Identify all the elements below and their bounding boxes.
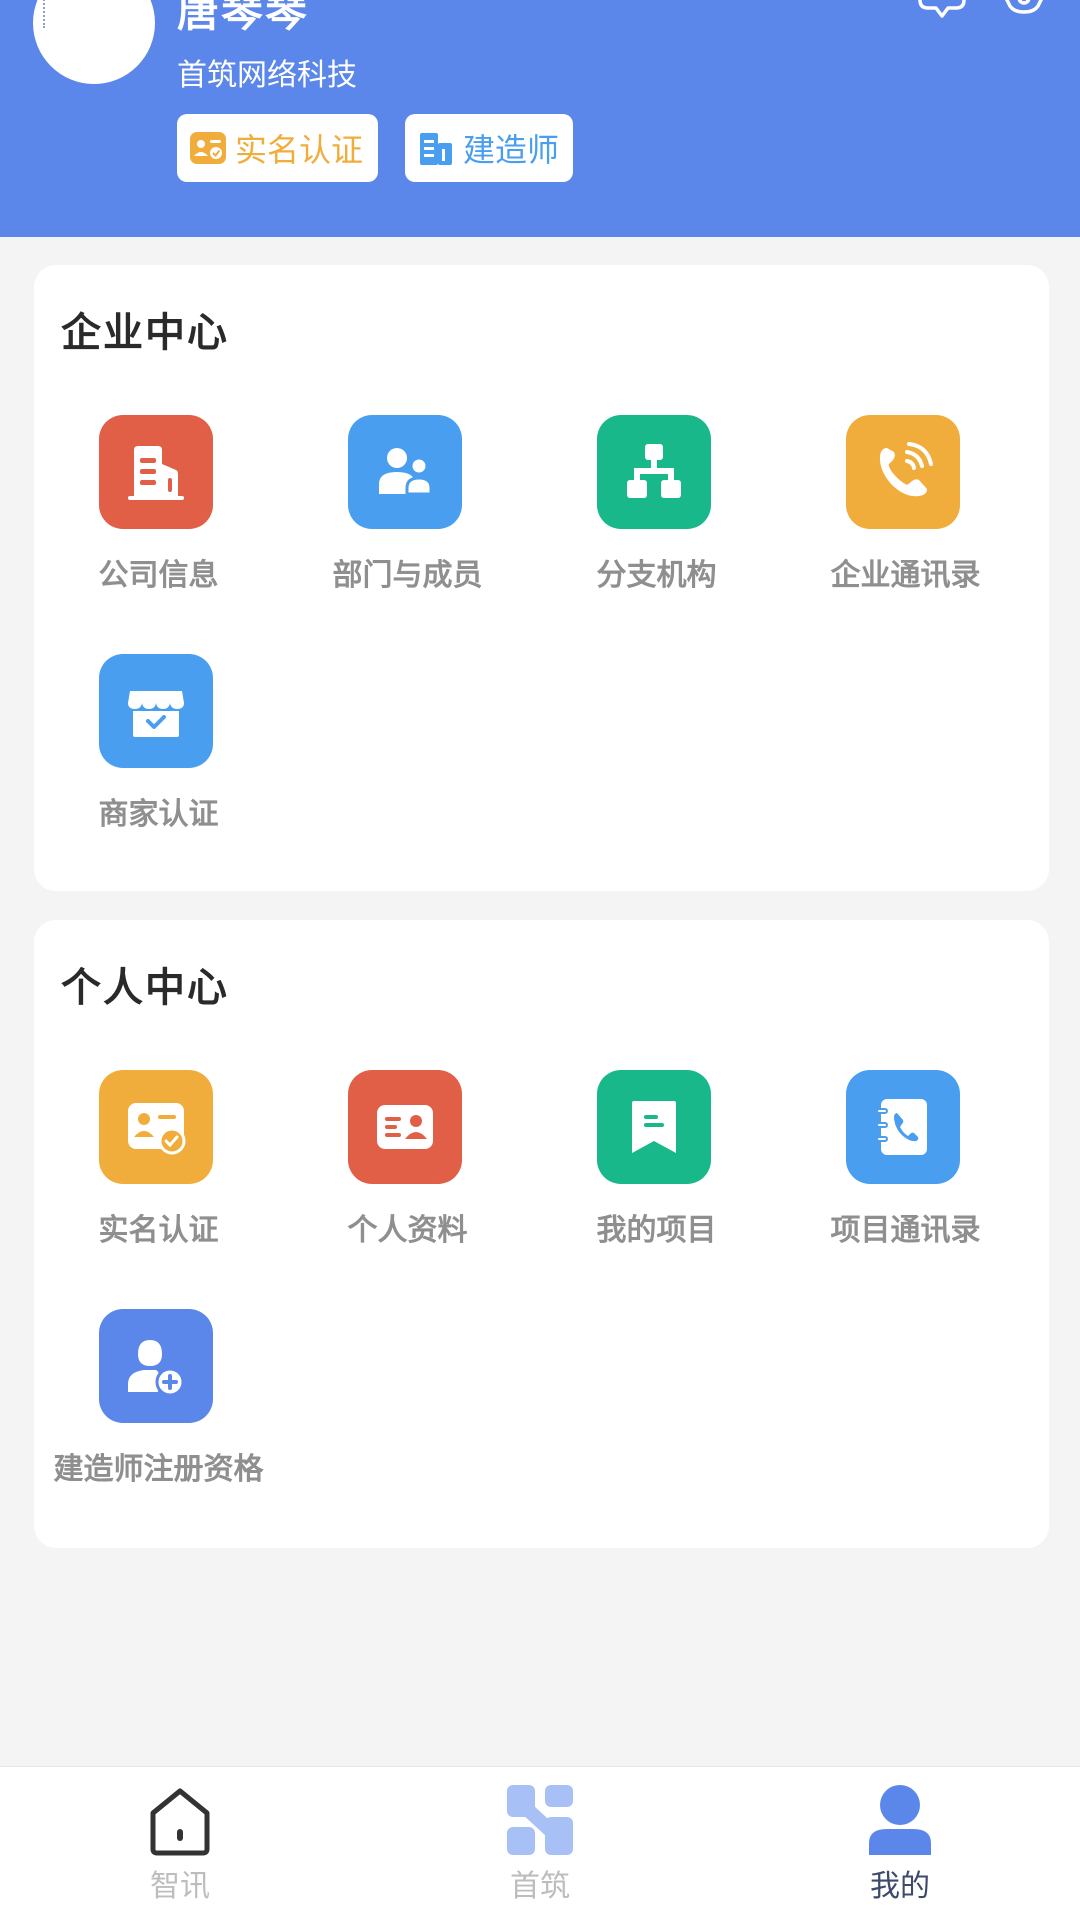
store-verify-icon [99, 654, 213, 768]
settings-icon[interactable] [1000, 0, 1048, 18]
building-icon [420, 133, 452, 165]
nav-tab-home[interactable]: 首筑 [440, 1767, 640, 1921]
enterprise-contacts-item[interactable]: 企业通讯录 [781, 415, 1030, 615]
branches-item[interactable]: 分支机构 [532, 415, 781, 615]
bottom-nav: 智讯 首筑 我的 [0, 1766, 1080, 1921]
home-outline-icon [150, 1788, 210, 1856]
phone-call-icon [846, 415, 960, 529]
message-icon[interactable] [918, 0, 966, 18]
builder-registration-item[interactable]: 建造师注册资格 [34, 1309, 283, 1509]
add-user-icon [99, 1309, 213, 1423]
nav-tab-news[interactable]: 智讯 [80, 1767, 280, 1921]
project-contacts-item[interactable]: 项目通讯录 [781, 1070, 1030, 1270]
builder-tag-label: 建造师 [463, 131, 560, 169]
realname-tag[interactable]: 实名认证 [177, 114, 378, 182]
company-name: 首筑网络科技 [177, 58, 357, 93]
profile-card-icon [348, 1070, 462, 1184]
bookmark-icon [597, 1070, 711, 1184]
avatar[interactable] [33, 0, 155, 84]
merchant-verify-label: 商家认证 [98, 797, 219, 832]
builder-registration-label: 建造师注册资格 [53, 1452, 264, 1487]
app-logo-icon [507, 1785, 573, 1855]
merchant-verify-item[interactable]: 商家认证 [34, 654, 283, 854]
building-icon [99, 415, 213, 529]
members-icon [348, 415, 462, 529]
personal-profile-item[interactable]: 个人资料 [283, 1070, 532, 1270]
personal-center-title: 个人中心 [61, 965, 229, 1011]
builder-tag[interactable]: 建造师 [405, 114, 573, 182]
project-contacts-label: 项目通讯录 [830, 1213, 981, 1248]
nav-tab-mine[interactable]: 我的 [800, 1767, 1000, 1921]
id-verify-icon [99, 1070, 213, 1184]
realname-verify-item[interactable]: 实名认证 [34, 1070, 283, 1270]
department-members-item[interactable]: 部门与成员 [283, 415, 532, 615]
enterprise-contacts-label: 企业通讯录 [830, 558, 981, 593]
contact-book-icon [846, 1070, 960, 1184]
realname-tag-label: 实名认证 [235, 131, 364, 169]
profile-header: 唐琴琴 首筑网络科技 实名认证 建造师 [0, 0, 1080, 237]
enterprise-center-title: 企业中心 [61, 310, 229, 356]
nav-tab-home-label: 首筑 [510, 1869, 570, 1904]
nav-tab-news-label: 智讯 [150, 1869, 210, 1904]
personal-center-card: 个人中心 实名认证 个人资料 我的项目 项目通讯录 建造师注册资格 [34, 920, 1049, 1548]
nav-tab-mine-label: 我的 [870, 1869, 930, 1904]
id-card-icon [190, 132, 226, 164]
person-icon [869, 1785, 931, 1855]
company-info-item[interactable]: 公司信息 [34, 415, 283, 615]
user-name: 唐琴琴 [177, 0, 310, 36]
my-projects-item[interactable]: 我的项目 [532, 1070, 781, 1270]
org-tree-icon [597, 415, 711, 529]
enterprise-center-card: 企业中心 公司信息 部门与成员 分支机构 企业通讯录 商家认证 [34, 265, 1049, 891]
